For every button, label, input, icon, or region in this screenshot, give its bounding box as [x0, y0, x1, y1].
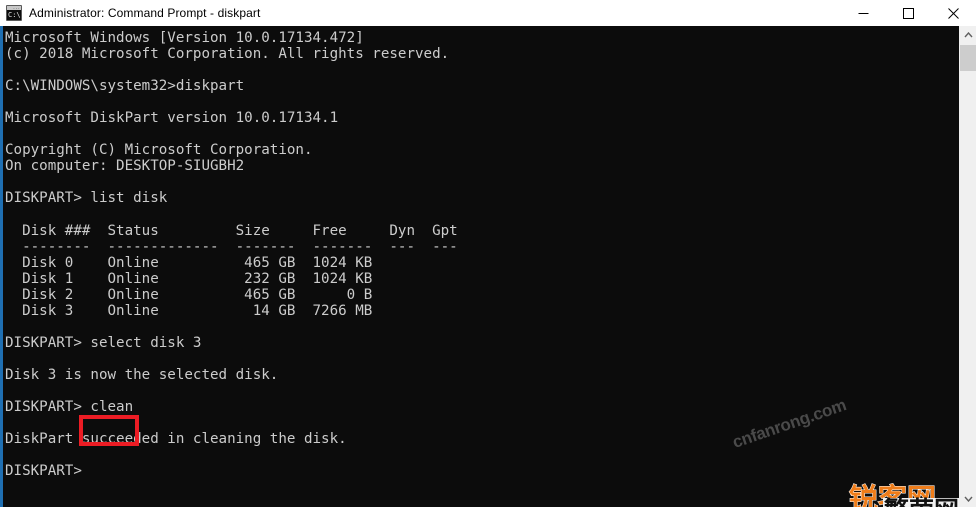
maximize-button[interactable] — [886, 0, 931, 26]
watermark-brand: 锐客网 繁荣网 — [848, 484, 969, 507]
terminal-output-area[interactable]: Microsoft Windows [Version 10.0.17134.47… — [0, 26, 976, 507]
scrollbar-up-button[interactable] — [960, 26, 976, 43]
cmd-console-icon: ··· C:\ — [6, 5, 22, 21]
scrollbar-down-button[interactable] — [960, 490, 976, 507]
close-button[interactable] — [931, 0, 976, 26]
chevron-down-icon — [964, 496, 973, 502]
vertical-scrollbar[interactable] — [959, 26, 976, 507]
window-title: Administrator: Command Prompt - diskpart — [29, 6, 261, 20]
command-prompt-window: ··· C:\ Administrator: Command Prompt - … — [0, 0, 976, 507]
close-icon — [948, 7, 959, 19]
minimize-button[interactable] — [841, 0, 886, 26]
watermark-brand-black: 繁荣网 — [883, 498, 961, 507]
maximize-icon — [903, 7, 914, 19]
scrollbar-thumb[interactable] — [960, 45, 976, 71]
title-bar[interactable]: ··· C:\ Administrator: Command Prompt - … — [0, 0, 976, 26]
chevron-up-icon — [964, 31, 973, 37]
minimize-icon — [858, 12, 869, 14]
terminal-text: Microsoft Windows [Version 10.0.17134.47… — [5, 30, 458, 480]
window-controls — [841, 0, 976, 26]
watermark-url: cnfanrong.com — [730, 395, 849, 452]
cmd-icon-prompt-text: C:\ — [8, 11, 21, 19]
clean-command-highlight-box — [79, 415, 139, 446]
